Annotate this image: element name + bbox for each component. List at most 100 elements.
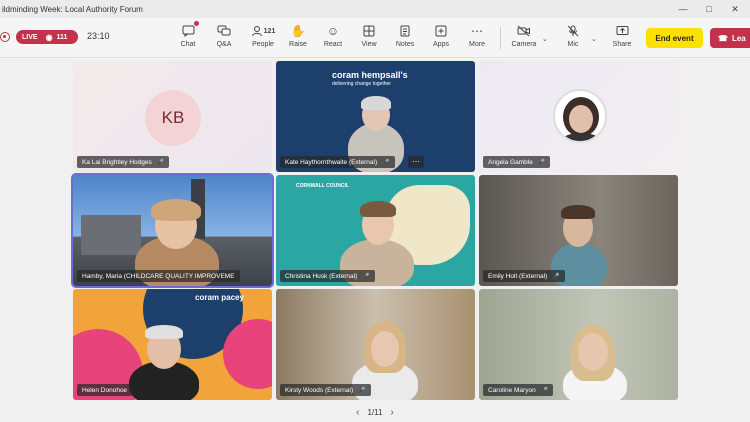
chevron-right-icon[interactable]: › [390, 407, 393, 418]
viewer-count: 111 [56, 33, 68, 41]
participant-name: Christina Husk (External) [285, 272, 358, 280]
participant-name: Caroline Maryon [488, 386, 536, 394]
apps-icon [435, 22, 447, 40]
participant-tile[interactable]: Hamby, Maria (CHILDCARE QUALITY IMPROVEM… [71, 173, 274, 288]
mic-muted-icon: 🎤 [540, 387, 549, 394]
qa-button[interactable]: Q&A [208, 22, 240, 54]
participant-name: Helen Donohoe [82, 386, 128, 394]
participant-name: Hamby, Maria (CHILDCARE QUALITY IMPROVEM… [82, 272, 235, 280]
participant-name-tag: Helen Donohoe [77, 384, 133, 396]
apps-button[interactable]: Apps [425, 22, 457, 54]
window-title: ildminding Week: Local Authority Forum [2, 4, 143, 14]
notes-label: Notes [395, 41, 415, 48]
participant-name: Kirsty Woods (External) [285, 386, 354, 394]
mic-muted-icon: 🎤 [156, 159, 165, 166]
notes-icon [400, 22, 410, 40]
video-stage: KB Ka Lai Brightley Hodges 🎤 coram hemps… [0, 59, 750, 422]
toolbar-divider [500, 27, 501, 49]
apps-label: Apps [433, 41, 449, 48]
participant-tile[interactable]: CORNWALL COUNCIL Christina Husk (Externa… [276, 175, 475, 286]
person-hair [561, 205, 595, 219]
participant-tile[interactable]: Angela Gamble 🎤 [479, 61, 678, 172]
avatar-initials: KB [161, 108, 185, 127]
brand-tagline: delivering change together [332, 81, 391, 87]
person-hair [361, 96, 391, 110]
title-bar: ildminding Week: Local Authority Forum [0, 0, 750, 18]
end-event-button[interactable]: End event [646, 28, 703, 48]
participant-name: Kate Haythornthwaite (External) [285, 158, 378, 166]
person-hair [151, 199, 201, 221]
more-label: More [469, 41, 485, 48]
react-label: React [323, 41, 343, 48]
grid-icon [363, 22, 375, 40]
mic-button[interactable]: Mic [557, 22, 589, 54]
chat-button[interactable]: Chat [172, 21, 204, 54]
participant-tile[interactable]: KB Ka Lai Brightley Hodges 🎤 [73, 61, 272, 172]
smiley-icon: ☺ [326, 24, 340, 38]
camera-off-icon [517, 22, 531, 40]
view-button[interactable]: View [353, 22, 385, 54]
close-icon[interactable]: ✕ [722, 0, 748, 18]
people-label: People [252, 41, 274, 48]
tile-more-icon[interactable]: ⋯ [408, 156, 424, 168]
share-screen-icon [616, 22, 629, 40]
live-indicator[interactable]: LIVE ◉ 111 [16, 30, 78, 44]
participant-name: Ka Lai Brightley Hodges [82, 158, 152, 166]
people-button[interactable]: 121 People [245, 22, 281, 54]
qa-icon [217, 22, 231, 40]
raise-hand-button[interactable]: ✋ Raise [282, 22, 314, 54]
leave-label: Lea [731, 33, 746, 43]
meeting-timer: 23:10 [87, 31, 110, 41]
person-hair [145, 325, 183, 339]
maximize-icon[interactable]: □ [696, 0, 722, 18]
mic-off-icon [567, 22, 579, 40]
page-indicator: 1/11 [367, 407, 383, 417]
participant-name-tag: Emily Holt (External) 🎤 [483, 270, 565, 282]
participant-name: Angela Gamble [488, 158, 533, 166]
person-hair [360, 201, 396, 217]
participant-tile[interactable]: coram pacey Helen Donohoe [73, 289, 272, 400]
recording-icon [0, 32, 10, 42]
notes-button[interactable]: Notes [389, 22, 421, 54]
mic-options-chevron-icon[interactable]: ⌄ [591, 35, 597, 43]
participant-tile[interactable]: coram hempsall's delivering change toget… [276, 61, 475, 172]
participant-name-tag: Christina Husk (External) 🎤 [280, 270, 375, 282]
more-button[interactable]: ⋯ More [461, 22, 493, 54]
participant-tile[interactable]: Kirsty Woods (External) 🎤 [276, 289, 475, 400]
mic-muted-icon: 🎤 [537, 159, 546, 166]
mic-muted-icon: 🎤 [382, 159, 390, 166]
brand-logo: coram pacey [195, 293, 244, 302]
view-label: View [361, 41, 377, 48]
mic-label: Mic [567, 41, 579, 48]
brand-logo: coram hempsall's [332, 70, 408, 80]
raise-label: Raise [289, 41, 307, 48]
chevron-left-icon[interactable]: ‹ [356, 407, 359, 418]
participant-name-tag: Kate Haythornthwaite (External) 🎤 [280, 156, 395, 168]
mic-muted-icon: 🎤 [358, 387, 366, 394]
mic-muted-icon: 🎤 [552, 273, 560, 280]
brand-logo: CORNWALL COUNCIL [296, 183, 349, 189]
people-count: 121 [263, 27, 276, 35]
participant-tile[interactable]: Caroline Maryon 🎤 [479, 289, 678, 400]
participant-name-tag: Caroline Maryon 🎤 [483, 384, 554, 396]
react-button[interactable]: ☺ React [317, 22, 349, 54]
chat-icon [182, 21, 199, 40]
phone-hangup-icon: ☎ [718, 33, 728, 43]
share-button[interactable]: Share [606, 22, 638, 54]
participant-name-tag: Angela Gamble 🎤 [483, 156, 551, 168]
camera-button[interactable]: Camera [508, 22, 540, 54]
hand-icon: ✋ [290, 24, 306, 38]
avatar: KB [145, 90, 201, 146]
participant-tile[interactable]: Emily Holt (External) 🎤 [479, 175, 678, 286]
eye-icon: ◉ [45, 32, 53, 42]
camera-label: Camera [511, 41, 537, 48]
participant-name-tag: Ka Lai Brightley Hodges 🎤 [77, 156, 170, 168]
leave-button[interactable]: ☎ Lea [710, 28, 750, 48]
mic-muted-icon: 🎤 [362, 273, 370, 280]
minimize-icon[interactable]: — [670, 0, 696, 18]
chat-label: Chat [180, 41, 196, 48]
qa-label: Q&A [216, 41, 232, 48]
avatar [553, 89, 607, 143]
live-label: LIVE [22, 33, 38, 41]
camera-options-chevron-icon[interactable]: ⌄ [542, 35, 548, 43]
